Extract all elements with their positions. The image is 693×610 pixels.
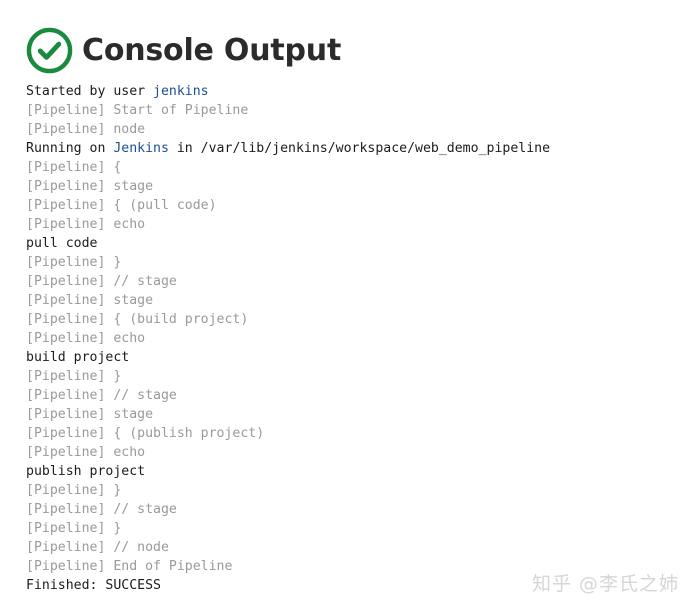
console-text: [Pipeline] } [26, 369, 122, 384]
console-line-pipeline: [Pipeline] { (pull code) [26, 196, 550, 215]
console-line-pipeline: [Pipeline] { (publish project) [26, 424, 550, 443]
console-text: Running on [26, 141, 114, 156]
console-line-pipeline: [Pipeline] // stage [26, 386, 550, 405]
console-text: [Pipeline] End of Pipeline [26, 559, 233, 574]
console-line: publish project [26, 462, 550, 481]
console-line-pipeline: [Pipeline] { (build project) [26, 310, 550, 329]
console-line-pipeline: [Pipeline] // stage [26, 272, 550, 291]
console-text: build project [26, 350, 130, 365]
console-line-pipeline: [Pipeline] // stage [26, 500, 550, 519]
console-line-pipeline: [Pipeline] // node [26, 538, 550, 557]
console-text: [Pipeline] Start of Pipeline [26, 103, 249, 118]
console-text: [Pipeline] node [26, 122, 146, 137]
console-line-pipeline: [Pipeline] } [26, 481, 550, 500]
console-line: build project [26, 348, 550, 367]
console-line-pipeline: [Pipeline] stage [26, 291, 550, 310]
console-text: [Pipeline] stage [26, 293, 154, 308]
console-text: [Pipeline] // stage [26, 502, 177, 517]
console-link-jenkins[interactable]: jenkins [153, 84, 209, 99]
console-line-pipeline: [Pipeline] echo [26, 329, 550, 348]
console-line: pull code [26, 234, 550, 253]
console-text: [Pipeline] { (publish project) [26, 426, 265, 441]
console-line-pipeline: [Pipeline] } [26, 519, 550, 538]
console-text: [Pipeline] // stage [26, 274, 177, 289]
console-output: Started by user jenkins [Pipeline] Start … [26, 82, 550, 595]
watermark: 知乎 @李氏之姉 [531, 573, 679, 595]
console-text: [Pipeline] // node [26, 540, 169, 555]
console-text: [Pipeline] // stage [26, 388, 177, 403]
console-text: in /var/lib/jenkins/workspace/web_demo_p… [168, 141, 551, 156]
console-line: Running on Jenkins in /var/lib/jenkins/w… [26, 139, 550, 158]
console-text: [Pipeline] stage [26, 407, 154, 422]
console-text: [Pipeline] { [26, 160, 122, 175]
success-check-icon [26, 27, 73, 74]
console-text: [Pipeline] echo [26, 217, 146, 232]
console-text: publish project [26, 464, 146, 479]
console-text: Started by user [26, 84, 154, 99]
console-line-pipeline: [Pipeline] { [26, 158, 550, 177]
console-text: [Pipeline] } [26, 483, 122, 498]
console-text: [Pipeline] echo [26, 445, 146, 460]
console-text: Finished: SUCCESS [26, 578, 161, 593]
console-text: [Pipeline] stage [26, 179, 154, 194]
console-line-pipeline: [Pipeline] } [26, 367, 550, 386]
console-link-jenkins[interactable]: Jenkins [113, 141, 169, 156]
console-line-pipeline: [Pipeline] echo [26, 443, 550, 462]
console-text: [Pipeline] { (build project) [26, 312, 249, 327]
console-text: pull code [26, 236, 98, 251]
console-line-pipeline: [Pipeline] Start of Pipeline [26, 101, 550, 120]
console-text: [Pipeline] echo [26, 331, 146, 346]
console-line: Finished: SUCCESS [26, 576, 550, 595]
console-text: [Pipeline] } [26, 255, 122, 270]
page-title: Console Output [82, 33, 342, 68]
console-text: [Pipeline] } [26, 521, 122, 536]
console-line: Started by user jenkins [26, 82, 550, 101]
console-line-pipeline: [Pipeline] stage [26, 405, 550, 424]
page-header: Console Output [26, 27, 341, 74]
console-line-pipeline: [Pipeline] stage [26, 177, 550, 196]
console-line-pipeline: [Pipeline] echo [26, 215, 550, 234]
console-line-pipeline: [Pipeline] End of Pipeline [26, 557, 550, 576]
console-text: [Pipeline] { (pull code) [26, 198, 217, 213]
console-line-pipeline: [Pipeline] } [26, 253, 550, 272]
console-line-pipeline: [Pipeline] node [26, 120, 550, 139]
